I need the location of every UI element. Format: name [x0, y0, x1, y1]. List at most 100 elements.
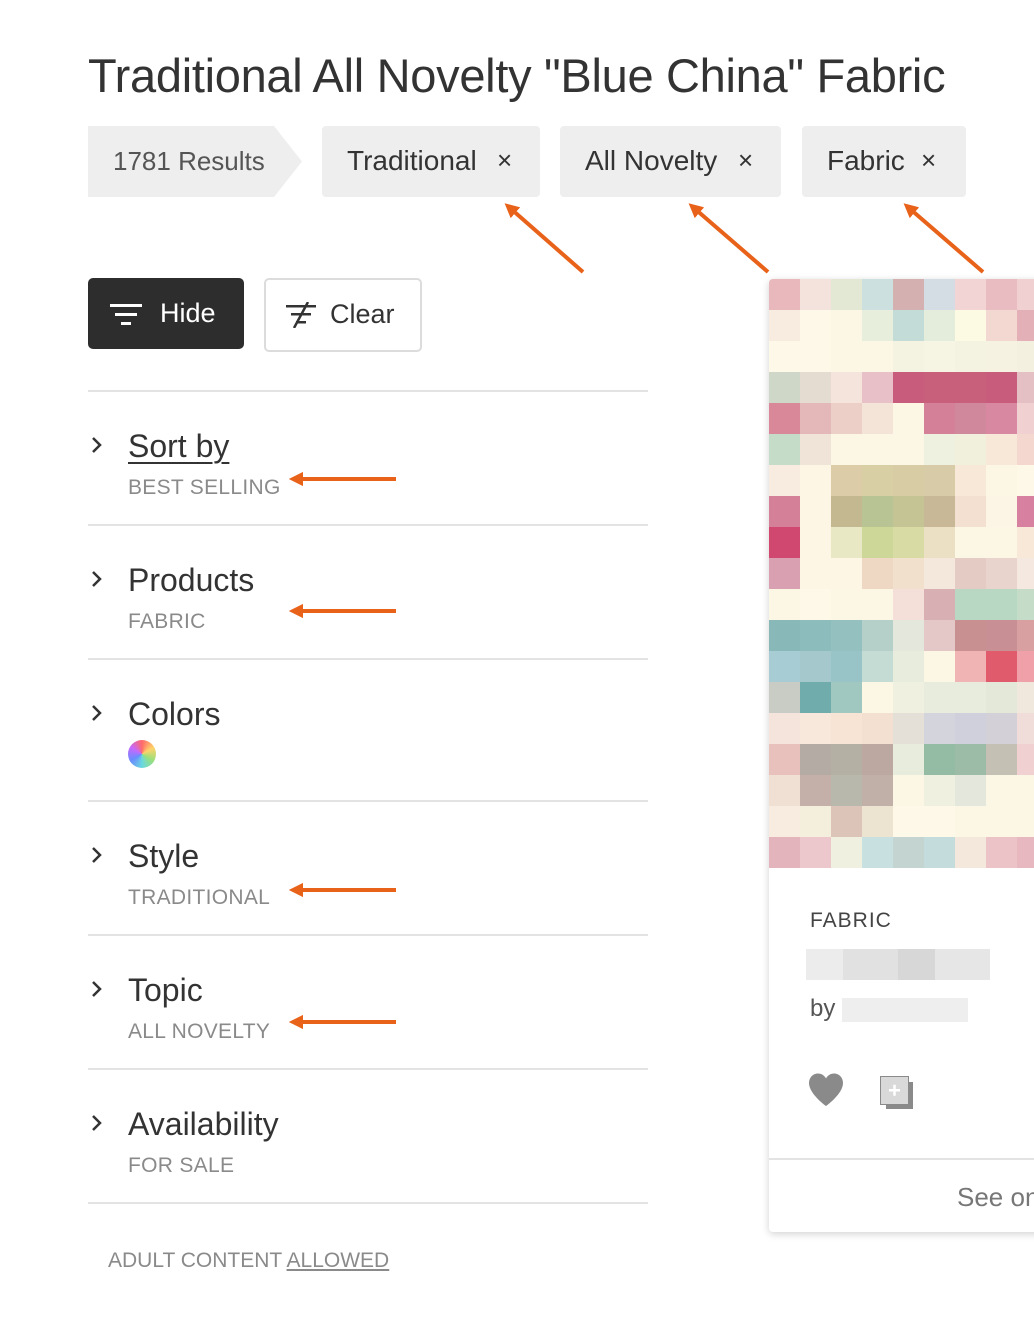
thumbnail-pixel: [924, 651, 955, 682]
thumbnail-pixel: [769, 496, 800, 527]
results-count-label: 1781 Results: [113, 146, 265, 176]
filter-chip-all-novelty[interactable]: All Novelty ×: [560, 126, 781, 197]
thumbnail-pixel: [1017, 372, 1034, 403]
filter-value: BEST SELLING: [128, 476, 281, 499]
divider: [88, 390, 648, 392]
thumbnail-pixel: [986, 434, 1017, 465]
filter-value: ALL NOVELTY: [128, 1020, 271, 1043]
thumbnail-pixel: [769, 527, 800, 558]
thumbnail-pixel: [893, 434, 924, 465]
thumbnail-pixel: [800, 465, 831, 496]
thumbnail-pixel: [1017, 341, 1034, 372]
thumbnail-pixel: [955, 558, 986, 589]
thumbnail-pixel: [955, 434, 986, 465]
filter-title: Products: [128, 562, 255, 598]
add-to-collection-icon[interactable]: [880, 1076, 916, 1112]
thumbnail-pixel: [893, 837, 924, 868]
thumbnail-pixel: [831, 744, 862, 775]
thumbnail-pixel: [986, 527, 1017, 558]
thumbnail-pixel: [769, 558, 800, 589]
thumbnail-pixel: [800, 403, 831, 434]
thumbnail-pixel: [831, 589, 862, 620]
thumbnail-pixel: [862, 713, 893, 744]
thumbnail-pixel: [955, 620, 986, 651]
thumbnail-pixel: [769, 310, 800, 341]
thumbnail-pixel: [862, 744, 893, 775]
see-more-link[interactable]: See on: [957, 1182, 1034, 1213]
heart-icon[interactable]: [807, 1072, 845, 1108]
filter-lines-icon: [110, 304, 142, 325]
thumbnail-pixel: [1017, 775, 1034, 806]
thumbnail-pixel: [955, 651, 986, 682]
thumbnail-pixel: [893, 682, 924, 713]
thumbnail-pixel: [955, 713, 986, 744]
thumbnail-pixel: [800, 837, 831, 868]
thumbnail-pixel: [800, 620, 831, 651]
thumbnail-pixel: [986, 341, 1017, 372]
results-count: 1781 Results: [88, 126, 302, 197]
thumbnail-pixel: [1017, 744, 1034, 775]
thumbnail-pixel: [986, 372, 1017, 403]
thumbnail-pixel: [893, 465, 924, 496]
remove-filter-icon[interactable]: ×: [738, 145, 753, 176]
thumbnail-pixel: [893, 310, 924, 341]
thumbnail-pixel: [893, 279, 924, 310]
thumbnail-pixel: [800, 744, 831, 775]
divider: [88, 800, 648, 802]
filter-value: FOR SALE: [128, 1154, 235, 1177]
product-thumbnail-pixelated[interactable]: [769, 279, 1034, 868]
thumbnail-pixel: [831, 775, 862, 806]
filter-value: FABRIC: [128, 610, 206, 633]
thumbnail-pixel: [769, 744, 800, 775]
product-card[interactable]: FABRIC by See on: [769, 279, 1034, 1232]
thumbnail-pixel: [1017, 651, 1034, 682]
thumbnail-pixel: [924, 403, 955, 434]
thumbnail-pixel: [955, 682, 986, 713]
thumbnail-pixel: [893, 589, 924, 620]
thumbnail-pixel: [924, 589, 955, 620]
filter-chip-fabric[interactable]: Fabric ×: [802, 126, 966, 197]
thumbnail-pixel: [955, 279, 986, 310]
thumbnail-pixel: [955, 744, 986, 775]
thumbnail-pixel: [924, 372, 955, 403]
thumbnail-pixel: [862, 651, 893, 682]
thumbnail-pixel: [862, 341, 893, 372]
hide-filters-label: Hide: [160, 298, 216, 328]
thumbnail-pixel: [862, 837, 893, 868]
page-title: Traditional All Novelty "Blue China" Fab…: [88, 49, 946, 102]
thumbnail-pixel: [955, 465, 986, 496]
thumbnail-pixel: [769, 837, 800, 868]
thumbnail-pixel: [893, 806, 924, 837]
thumbnail-pixel: [800, 806, 831, 837]
adult-content-toggle-link[interactable]: ALLOWED: [287, 1249, 390, 1272]
divider: [88, 1202, 648, 1204]
filter-colors[interactable]: Colors: [88, 696, 648, 808]
thumbnail-pixel: [800, 651, 831, 682]
thumbnail-pixel: [924, 465, 955, 496]
thumbnail-pixel: [769, 434, 800, 465]
thumbnail-pixel: [862, 620, 893, 651]
thumbnail-pixel: [986, 310, 1017, 341]
filter-title: Topic: [128, 972, 203, 1008]
thumbnail-pixel: [924, 341, 955, 372]
thumbnail-pixel: [769, 806, 800, 837]
thumbnail-pixel: [924, 434, 955, 465]
filter-title: Style: [128, 838, 200, 874]
thumbnail-pixel: [862, 558, 893, 589]
thumbnail-pixel: [924, 713, 955, 744]
thumbnail-pixel: [924, 496, 955, 527]
color-wheel-icon: [128, 740, 156, 768]
remove-filter-icon[interactable]: ×: [497, 145, 512, 176]
thumbnail-pixel: [1017, 620, 1034, 651]
thumbnail-pixel: [831, 558, 862, 589]
thumbnail-pixel: [924, 279, 955, 310]
remove-filter-icon[interactable]: ×: [921, 145, 936, 176]
thumbnail-pixel: [893, 620, 924, 651]
thumbnail-pixel: [831, 341, 862, 372]
clear-filters-button[interactable]: Clear: [264, 278, 422, 352]
thumbnail-pixel: [831, 403, 862, 434]
thumbnail-pixel: [955, 806, 986, 837]
filter-chip-traditional[interactable]: Traditional ×: [322, 126, 540, 197]
hide-filters-button[interactable]: Hide: [88, 278, 244, 349]
thumbnail-pixel: [955, 403, 986, 434]
